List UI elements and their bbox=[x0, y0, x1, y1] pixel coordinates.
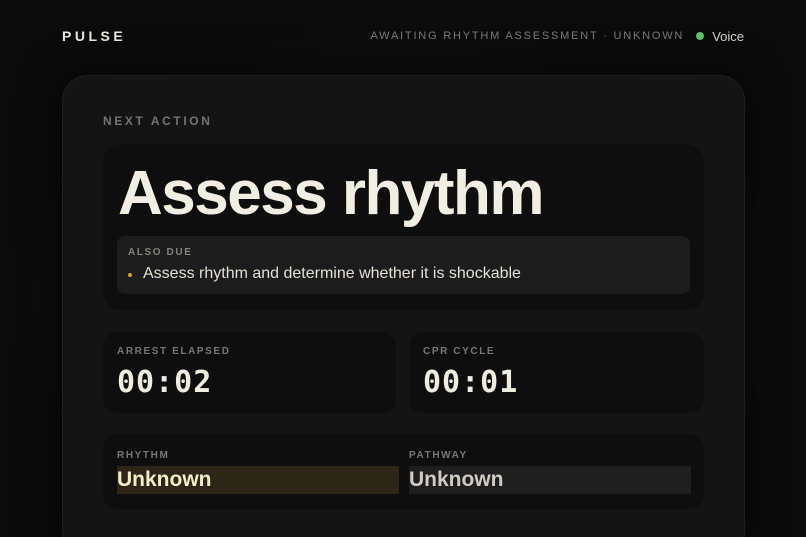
assessment-status-text: AWAITING RHYTHM ASSESSMENT · UNKNOWN bbox=[370, 30, 685, 42]
next-action-title: Assess rhythm bbox=[118, 159, 545, 228]
voice-status-dot-icon bbox=[696, 32, 705, 40]
next-action-card: Assess rhythm ALSO DUE Assess rhythm and… bbox=[103, 144, 704, 310]
also-due-item: Assess rhythm and determine whether it i… bbox=[128, 265, 521, 283]
cpr-cycle-value: 00:01 bbox=[423, 365, 519, 400]
next-action-label: NEXT ACTION bbox=[103, 114, 213, 128]
app-root: PULSE AWAITING RHYTHM ASSESSMENT · UNKNO… bbox=[0, 0, 806, 537]
header-status: AWAITING RHYTHM ASSESSMENT · UNKNOWN Voi… bbox=[370, 28, 744, 44]
rhythm-value[interactable]: Unknown bbox=[117, 466, 399, 494]
pathway-label: PATHWAY bbox=[409, 450, 468, 461]
bullet-icon bbox=[128, 272, 132, 277]
rhythm-pathway-card: RHYTHM PATHWAY Unknown Unknown bbox=[103, 434, 704, 509]
cpr-cycle-card: CPR CYCLE 00:01 bbox=[409, 332, 704, 413]
rhythm-label: RHYTHM bbox=[117, 450, 170, 461]
also-due-item-text: Assess rhythm and determine whether it i… bbox=[143, 265, 521, 282]
arrest-elapsed-value: 00:02 bbox=[117, 365, 213, 400]
voice-toggle[interactable]: Voice bbox=[712, 29, 744, 44]
also-due-box: ALSO DUE Assess rhythm and determine whe… bbox=[117, 236, 690, 294]
arrest-elapsed-card: ARREST ELAPSED 00:02 bbox=[103, 332, 396, 413]
brand-logo: PULSE bbox=[62, 28, 127, 44]
cpr-cycle-label: CPR CYCLE bbox=[423, 346, 496, 357]
also-due-label: ALSO DUE bbox=[128, 247, 193, 258]
main-panel: NEXT ACTION Assess rhythm ALSO DUE Asses… bbox=[62, 75, 745, 537]
pathway-value[interactable]: Unknown bbox=[409, 466, 691, 494]
arrest-elapsed-label: ARREST ELAPSED bbox=[117, 346, 231, 357]
